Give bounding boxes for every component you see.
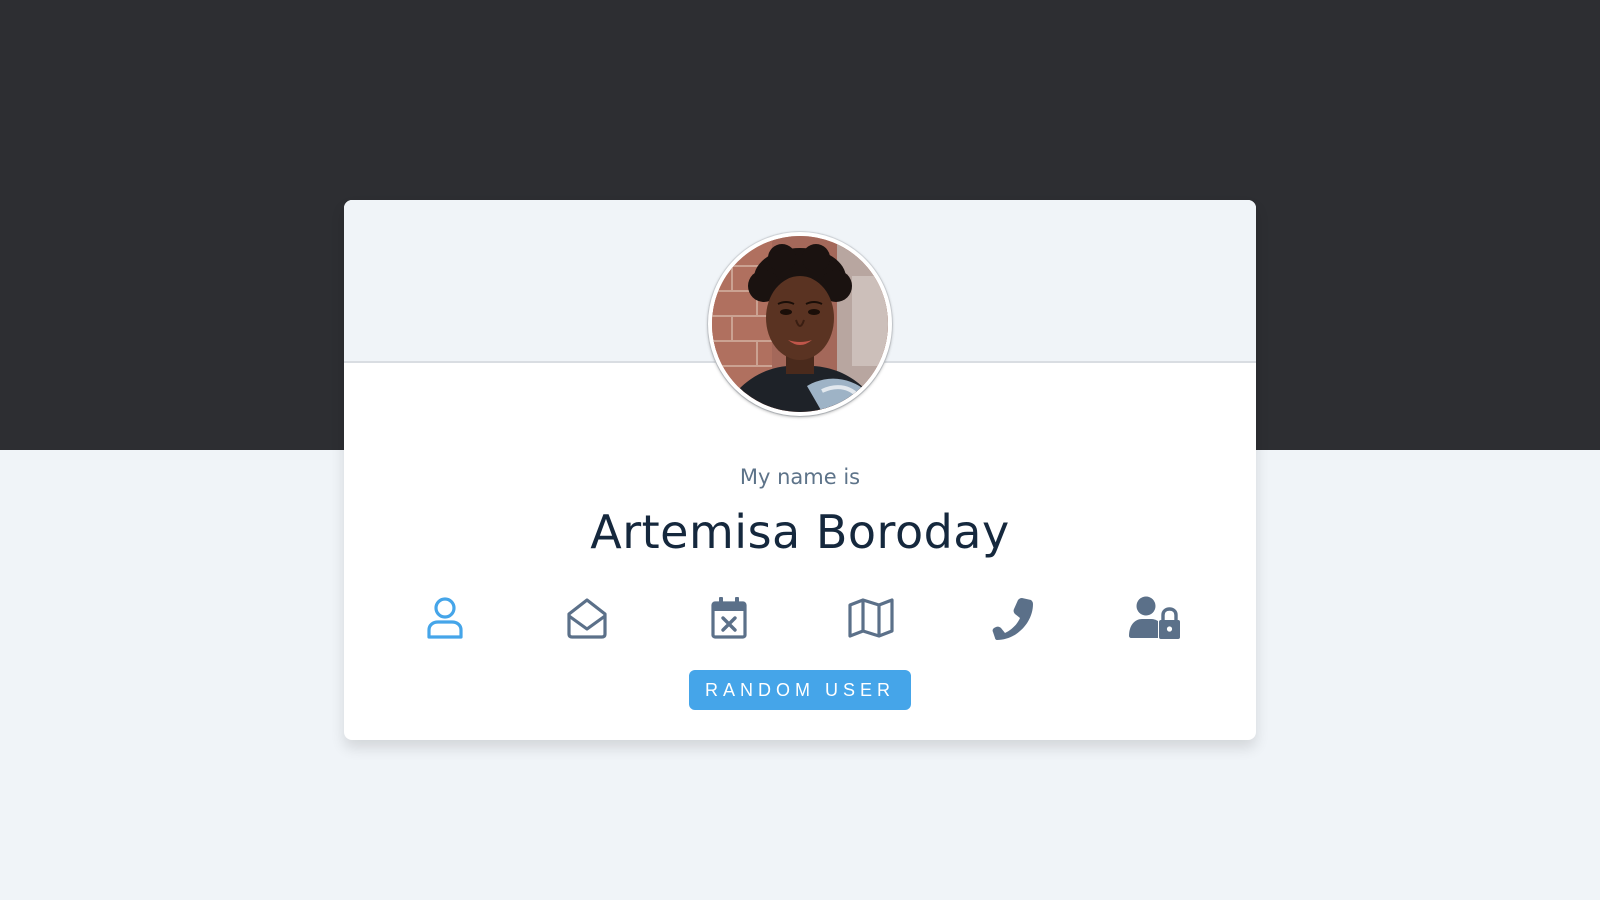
calendar-times-icon [711, 597, 747, 639]
phone-icon [992, 598, 1033, 640]
user-icon [427, 597, 463, 639]
user-name: Artemisa Boroday [590, 505, 1010, 559]
envelope-open-icon [567, 598, 607, 639]
user-card: My name is Artemisa Boroday RANDOM USER [344, 200, 1256, 740]
user-avatar [708, 232, 892, 416]
map-icon [848, 598, 894, 638]
user-lock-icon [1129, 596, 1180, 639]
random-user-button[interactable]: RANDOM USER [689, 670, 911, 710]
address-icon-button[interactable] [841, 590, 901, 646]
info-icon-row [344, 590, 1256, 646]
birthday-icon-button[interactable] [699, 590, 759, 646]
name-label: My name is [739, 465, 861, 489]
avatar-photo [712, 236, 888, 412]
phone-icon-button[interactable] [983, 590, 1043, 646]
password-icon-button[interactable] [1125, 590, 1185, 646]
email-icon-button[interactable] [557, 590, 617, 646]
user-icon-button[interactable] [415, 590, 475, 646]
